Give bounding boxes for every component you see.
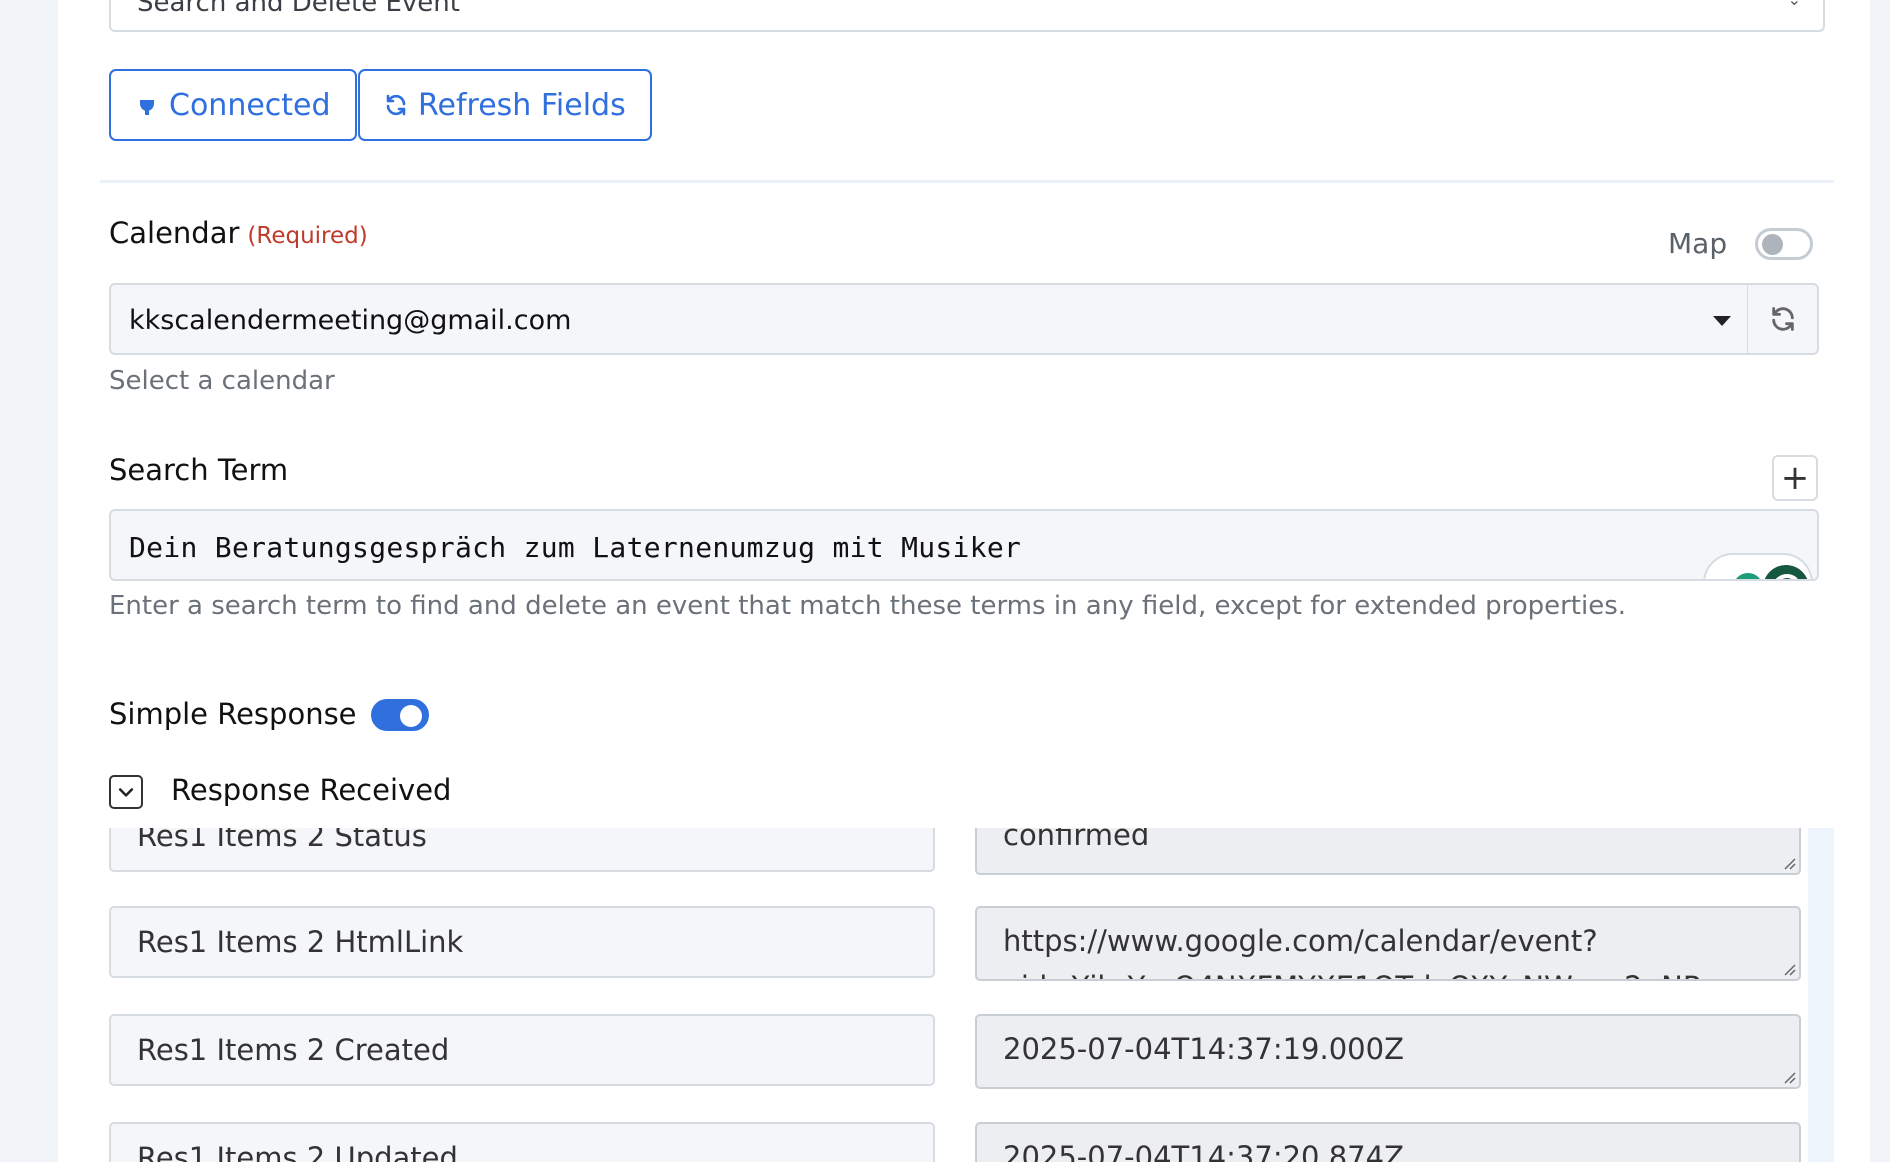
calendar-help-text: Select a calendar (109, 366, 335, 396)
search-term-help-text: Enter a search term to find and delete a… (109, 591, 1627, 621)
response-value: https://www.google.com/calendar/event? e… (975, 906, 1801, 981)
simple-response-toggle[interactable] (371, 699, 429, 731)
response-key-text: Res1 Items 2 Updated (137, 1141, 458, 1162)
response-key: Res1 Items 2 Status (109, 828, 935, 872)
search-term-value: Dein Beratungsgespräch zum Laternenumzug… (129, 531, 1022, 564)
chevron-down-icon: ⌄ (1788, 0, 1801, 9)
calendar-value: kkscalendermeeting@gmail.com (129, 305, 572, 336)
search-term-input[interactable]: Dein Beratungsgespräch zum Laternenumzug… (109, 509, 1819, 581)
resize-grip-icon[interactable] (1782, 1070, 1796, 1084)
calendar-refresh-button[interactable] (1748, 283, 1819, 355)
response-rows[interactable]: Res1 Items 2 Status confirmed Res1 Items… (100, 828, 1834, 1162)
response-key-text: Res1 Items 2 HtmlLink (137, 925, 464, 959)
action-event-select[interactable]: Search and Delete Event ⌄ (109, 0, 1825, 32)
map-label: Map (1668, 227, 1728, 260)
plus-icon: + (1780, 458, 1810, 498)
response-key: Res1 Items 2 HtmlLink (109, 906, 935, 978)
scroll-track (1808, 828, 1834, 1162)
response-value: 2025-07-04T14:37:20.874Z (975, 1122, 1801, 1162)
resize-grip-icon[interactable] (1782, 962, 1796, 976)
refresh-icon (1771, 307, 1794, 331)
response-value-text: 2025-07-04T14:37:19.000Z (1003, 1032, 1404, 1066)
response-key-text: Res1 Items 2 Status (137, 828, 427, 853)
response-value-text: confirmed (1003, 828, 1150, 852)
response-collapse-button[interactable] (109, 775, 143, 809)
caret-down-icon (1713, 316, 1731, 326)
response-key-text: Res1 Items 2 Created (137, 1033, 450, 1067)
response-received-label: Response Received (171, 773, 452, 807)
refresh-icon (386, 94, 406, 116)
response-value: confirmed (975, 828, 1801, 875)
sparkle-icon (1733, 573, 1763, 579)
plug-icon (140, 95, 154, 115)
search-term-label: Search Term (109, 453, 289, 487)
map-toggle[interactable] (1755, 228, 1813, 260)
response-value: 2025-07-04T14:37:19.000Z (975, 1014, 1801, 1089)
action-panel: Search and Delete Event ⌄ Connected Refr… (58, 0, 1870, 1162)
response-value-text: https://www.google.com/calendar/event? (1003, 924, 1598, 958)
section-divider (100, 180, 1834, 183)
response-key: Res1 Items 2 Updated (109, 1122, 935, 1162)
connected-button[interactable]: Connected (109, 69, 357, 141)
refresh-fields-label: Refresh Fields (418, 87, 626, 123)
resize-grip-icon[interactable] (1782, 856, 1796, 870)
calendar-select[interactable]: kkscalendermeeting@gmail.com (109, 283, 1749, 355)
add-field-button[interactable]: + (1772, 455, 1818, 501)
response-value-text: 2025-07-04T14:37:20.874Z (1003, 1140, 1404, 1162)
chevron-down-icon (118, 788, 134, 797)
response-key: Res1 Items 2 Created (109, 1014, 935, 1086)
toggle-knob (1762, 234, 1783, 255)
refresh-fields-button[interactable]: Refresh Fields (358, 69, 652, 141)
grammarly-icon (1763, 565, 1809, 579)
toggle-knob (400, 705, 422, 727)
simple-response-label: Simple Response (109, 697, 357, 731)
response-value-text-line2: eid=YjhrYmQ4NXFMYXE1OTdxOXYzNWgyc2pNR (1003, 970, 1703, 979)
calendar-label-group: Calendar (Required) (109, 216, 368, 250)
action-event-value: Search and Delete Event (137, 0, 460, 18)
connected-label: Connected (169, 87, 331, 123)
grammarly-widget[interactable] (1703, 553, 1813, 579)
calendar-label: Calendar (109, 216, 240, 250)
required-badge: (Required) (247, 223, 368, 249)
